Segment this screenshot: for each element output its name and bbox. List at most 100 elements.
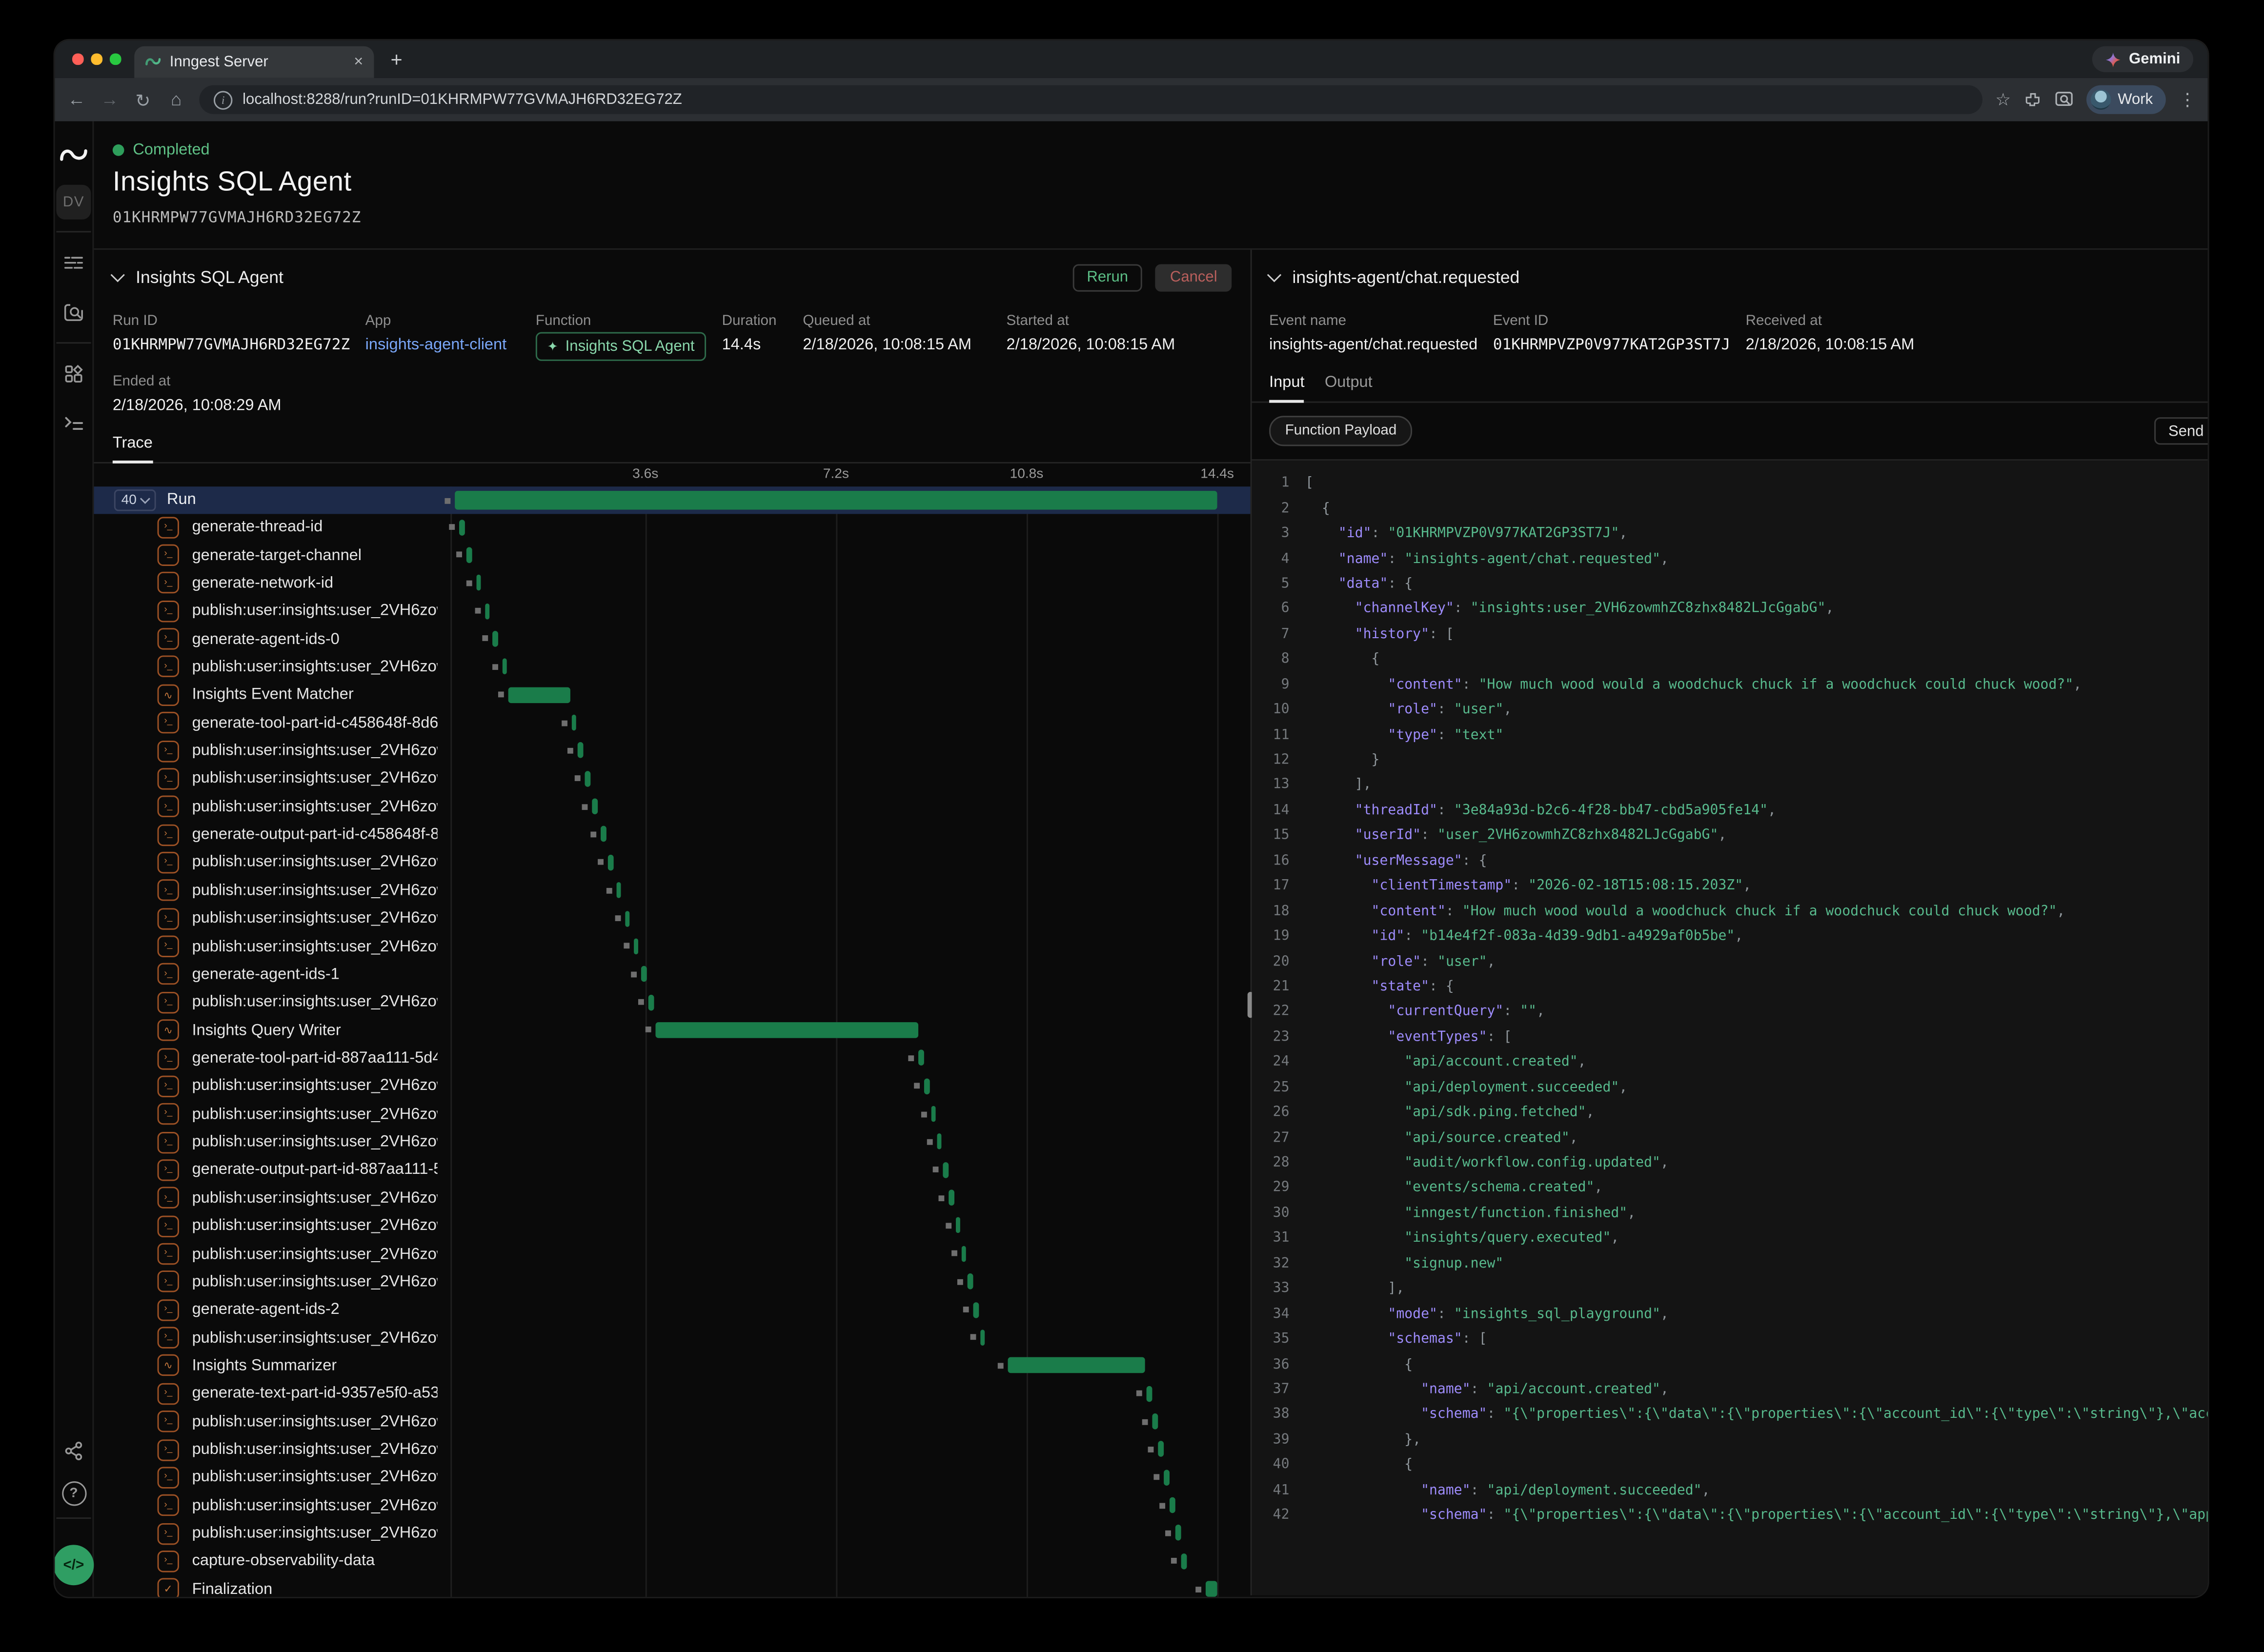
trace-row[interactable]: ∿Insights Event Matcher: [94, 681, 1250, 709]
step-duration-bar[interactable]: [980, 1330, 985, 1346]
function-pill[interactable]: ✦ Insights SQL Agent: [536, 332, 706, 361]
step-duration-bar[interactable]: [578, 743, 583, 759]
site-info-icon[interactable]: i: [214, 90, 232, 109]
step-duration-bar[interactable]: [1206, 1581, 1217, 1597]
new-tab-button[interactable]: +: [390, 48, 402, 71]
app-avatar[interactable]: DV: [56, 185, 91, 220]
step-duration-bar[interactable]: [508, 687, 570, 703]
payload-code-editor[interactable]: 1[2 {3 "id": "01KHRMPVZP0V977KAT2GP3ST7J…: [1252, 459, 2208, 1595]
home-icon[interactable]: ⌂: [166, 89, 186, 109]
step-duration-bar[interactable]: [1175, 1525, 1181, 1541]
trace-row[interactable]: ›_capture-observability-data: [94, 1548, 1250, 1575]
trace-row[interactable]: ›_publish:user:insights:user_2VH6zowmh..…: [94, 1324, 1250, 1351]
trace-row[interactable]: ›_publish:user:insights:user_2VH6zowmh..…: [94, 1491, 1250, 1519]
trace-row[interactable]: ›_publish:user:insights:user_2VH6zowmh..…: [94, 737, 1250, 765]
rerun-button[interactable]: Rerun: [1072, 263, 1143, 291]
trace-row[interactable]: ›_generate-tool-part-id-c458648f-8d60-..…: [94, 709, 1250, 737]
trace-row[interactable]: ›_publish:user:insights:user_2VH6zowmh..…: [94, 793, 1250, 821]
step-duration-bar[interactable]: [656, 1022, 918, 1038]
help-icon[interactable]: ?: [61, 1481, 86, 1506]
forward-icon[interactable]: →: [100, 89, 120, 109]
step-duration-bar[interactable]: [1008, 1357, 1146, 1373]
trace-row[interactable]: ›_publish:user:insights:user_2VH6zowmh..…: [94, 765, 1250, 793]
trace-row[interactable]: ∿Insights Summarizer: [94, 1352, 1250, 1380]
step-duration-bar[interactable]: [641, 966, 647, 982]
zoom-window-button[interactable]: [110, 54, 121, 64]
trace-row[interactable]: ›_publish:user:insights:user_2VH6zowmh..…: [94, 1212, 1250, 1240]
close-window-button[interactable]: [72, 54, 83, 64]
gemini-button[interactable]: Gemini: [2093, 46, 2193, 72]
profile-button[interactable]: Work: [2086, 85, 2166, 114]
step-duration-bar[interactable]: [1182, 1553, 1187, 1569]
apps-icon[interactable]: [55, 355, 92, 393]
step-duration-bar[interactable]: [1146, 1386, 1152, 1402]
chevron-down-icon[interactable]: [1267, 268, 1281, 282]
cancel-button[interactable]: Cancel: [1155, 263, 1232, 291]
trace-row[interactable]: ›_publish:user:insights:user_2VH6zowmh..…: [94, 932, 1250, 960]
trace-row[interactable]: ›_publish:user:insights:user_2VH6zowmh..…: [94, 1436, 1250, 1464]
step-duration-bar[interactable]: [459, 519, 465, 535]
step-duration-bar[interactable]: [493, 631, 498, 647]
runs-list-icon[interactable]: [55, 244, 92, 282]
minimize-window-button[interactable]: [91, 54, 101, 64]
step-duration-bar[interactable]: [931, 1106, 936, 1122]
chevron-down-icon[interactable]: [111, 268, 125, 282]
step-duration-bar[interactable]: [949, 1190, 954, 1206]
extensions-icon[interactable]: [2024, 91, 2042, 108]
payload-type-pill[interactable]: Function Payload: [1269, 416, 1413, 446]
tab-trace[interactable]: Trace: [113, 435, 153, 462]
trace-row[interactable]: ›_generate-tool-part-id-887aa111-5d4e-45…: [94, 1044, 1250, 1072]
trace-row[interactable]: ›_generate-output-part-id-c458648f-8d6..…: [94, 821, 1250, 848]
trace-row[interactable]: ›_publish:user:insights:user_2VH6zowmh..…: [94, 1408, 1250, 1435]
step-duration-bar[interactable]: [608, 854, 614, 870]
trace-row[interactable]: ✓Finalization: [94, 1575, 1250, 1597]
step-duration-bar[interactable]: [937, 1134, 942, 1150]
send-to-dev-server-button[interactable]: Send to Dev Server: [2154, 417, 2207, 444]
step-duration-bar[interactable]: [1164, 1470, 1169, 1486]
trace-row[interactable]: ›_generate-thread-id: [94, 513, 1250, 541]
step-duration-bar[interactable]: [1170, 1497, 1175, 1513]
trace-row[interactable]: ›_publish:user:insights:user_2VH6zowmh..…: [94, 1072, 1250, 1100]
trace-row[interactable]: ›_publish:user:insights:user_2VH6zowmh..…: [94, 597, 1250, 625]
browser-menu-icon[interactable]: ⋮: [2179, 89, 2196, 109]
reload-icon[interactable]: ↻: [133, 89, 153, 110]
dev-mode-button[interactable]: </>: [55, 1545, 94, 1585]
traffic-lights[interactable]: [55, 54, 133, 64]
close-tab-icon[interactable]: ×: [354, 54, 363, 70]
step-duration-bar[interactable]: [467, 547, 472, 563]
run-duration-bar[interactable]: [455, 490, 1217, 509]
trace-row[interactable]: ›_publish:user:insights:user_2VH6zowmh..…: [94, 1100, 1250, 1128]
app-link[interactable]: insights-agent-client: [365, 336, 536, 354]
trace-row[interactable]: ›_generate-text-part-id-9357e5f0-a530-4.…: [94, 1380, 1250, 1408]
step-duration-bar[interactable]: [592, 799, 598, 815]
step-duration-bar[interactable]: [943, 1162, 949, 1178]
search-tabs-icon[interactable]: [2054, 91, 2073, 108]
browser-tab[interactable]: Inngest Server ×: [134, 46, 373, 78]
trace-row[interactable]: ›_generate-agent-ids-0: [94, 625, 1250, 653]
trace-row[interactable]: ›_publish:user:insights:user_2VH6zowmh..…: [94, 1240, 1250, 1268]
trace-row[interactable]: ›_publish:user:insights:user_2VH6zowmh..…: [94, 1184, 1250, 1212]
step-duration-bar[interactable]: [648, 994, 654, 1010]
step-duration-bar[interactable]: [955, 1218, 961, 1234]
tab-output[interactable]: Output: [1325, 374, 1373, 401]
trace-row[interactable]: ›_publish:user:insights:user_2VH6zowmh..…: [94, 653, 1250, 681]
trace-row[interactable]: ›_publish:user:insights:user_2VH6zowmh..…: [94, 848, 1250, 876]
trace-row[interactable]: ›_publish:user:insights:user_2VH6zowmh..…: [94, 905, 1250, 932]
step-duration-bar[interactable]: [585, 770, 590, 786]
trace-row[interactable]: ›_publish:user:insights:user_2VH6zowmh..…: [94, 988, 1250, 1016]
trace-row[interactable]: ›_publish:user:insights:user_2VH6zowmh..…: [94, 1128, 1250, 1156]
trace-row[interactable]: ›_publish:user:insights:user_2VH6zowmh..…: [94, 1268, 1250, 1296]
event-accordion-title[interactable]: insights-agent/chat.requested: [1292, 267, 2207, 287]
step-duration-bar[interactable]: [967, 1274, 972, 1290]
trace-row[interactable]: ›_publish:user:insights:user_2VH6zowmh..…: [94, 1519, 1250, 1547]
trace-row[interactable]: ›_generate-agent-ids-1: [94, 961, 1250, 988]
address-bar[interactable]: i localhost:8288/run?runID=01KHRMPW77GVM…: [199, 85, 1982, 114]
trace-row[interactable]: ›_generate-agent-ids-2: [94, 1296, 1250, 1324]
back-icon[interactable]: ←: [66, 89, 86, 109]
step-duration-bar[interactable]: [485, 603, 490, 619]
trace-row[interactable]: ›_generate-output-part-id-887aa111-5d4e.…: [94, 1156, 1250, 1184]
trace-run-row[interactable]: 40 Run: [94, 486, 1250, 513]
span-count-badge[interactable]: 40: [114, 489, 156, 510]
step-duration-bar[interactable]: [601, 826, 606, 843]
functions-icon[interactable]: [55, 404, 92, 442]
